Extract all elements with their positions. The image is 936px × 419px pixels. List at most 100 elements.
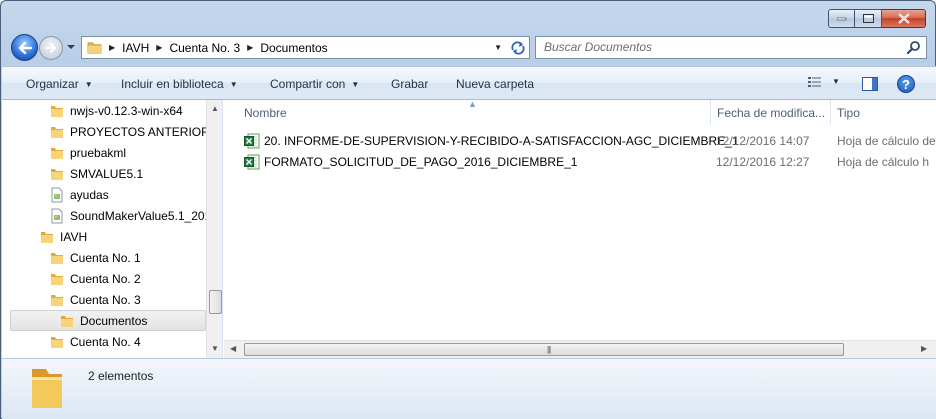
folder-icon bbox=[51, 294, 63, 306]
explorer-window: ▶ IAVH ▶ Cuenta No. 3 ▶ Documentos ▼ Org… bbox=[0, 0, 936, 419]
column-header-label: Nombre bbox=[244, 105, 287, 120]
nav-item-cuenta-1[interactable]: Cuenta No. 1 bbox=[49, 247, 141, 268]
image-file-icon bbox=[51, 208, 63, 223]
folder-icon bbox=[87, 42, 102, 54]
organize-label: Organizar bbox=[26, 77, 79, 91]
minimize-icon bbox=[836, 17, 846, 20]
refresh-icon bbox=[511, 40, 524, 55]
excel-file-icon bbox=[244, 154, 260, 170]
folder-icon bbox=[61, 315, 73, 327]
breadcrumb-documentos[interactable]: Documentos bbox=[260, 41, 327, 55]
change-view-icon[interactable] bbox=[808, 76, 822, 90]
search-input[interactable] bbox=[544, 37, 904, 57]
chevron-down-icon: ▼ bbox=[229, 80, 238, 89]
file-list[interactable]: ▲ Nombre Fecha de modifica... Tipo 20. I… bbox=[224, 100, 936, 358]
folder-icon bbox=[51, 252, 63, 264]
file-type: Hoja de cálculo de bbox=[837, 134, 936, 148]
nav-item-cuenta-4[interactable]: Cuenta No. 4 bbox=[49, 331, 141, 352]
breadcrumb-cuenta-3[interactable]: Cuenta No. 3 bbox=[169, 41, 240, 55]
breadcrumb-arrow-icon[interactable]: ▶ bbox=[156, 43, 162, 52]
image-file-icon bbox=[51, 187, 63, 202]
window-controls bbox=[828, 9, 926, 28]
title-bar bbox=[1, 1, 935, 31]
folder-icon bbox=[51, 168, 63, 180]
grip-icon: ||| bbox=[547, 345, 551, 354]
nav-item-cuenta-2[interactable]: Cuenta No. 2 bbox=[49, 268, 141, 289]
include-library-menu[interactable]: Incluir en biblioteca ▼ bbox=[121, 77, 238, 91]
chevron-down-icon: ▼ bbox=[351, 80, 360, 89]
address-bar[interactable]: ▶ IAVH ▶ Cuenta No. 3 ▶ Documentos ▼ bbox=[81, 36, 507, 59]
nav-item-label: PROYECTOS ANTERIORES bbox=[70, 124, 223, 139]
help-icon[interactable]: ? bbox=[897, 75, 915, 93]
nav-vertical-scrollbar[interactable]: ▲ ▼ bbox=[206, 100, 222, 358]
preview-pane-icon[interactable] bbox=[862, 76, 878, 92]
folder-icon bbox=[51, 147, 63, 159]
folder-icon bbox=[51, 273, 63, 285]
forward-arrow-icon bbox=[45, 43, 56, 53]
file-date: 12/12/2016 14:07 bbox=[716, 134, 810, 148]
chevron-down-icon: ▼ bbox=[84, 80, 93, 89]
column-header-label: Tipo bbox=[837, 105, 860, 120]
minimize-button[interactable] bbox=[828, 9, 855, 28]
file-row[interactable]: FORMATO_SOLICITUD_DE_PAGO_2016_DICIEMBRE… bbox=[242, 152, 936, 172]
nav-item-pruebakml[interactable]: pruebakml bbox=[49, 142, 126, 163]
command-bar: Organizar ▼ Incluir en biblioteca ▼ Compar… bbox=[2, 66, 936, 100]
maximize-icon bbox=[862, 14, 874, 23]
column-header-name[interactable]: Nombre bbox=[238, 100, 711, 125]
nav-item-nwjs[interactable]: nwjs-v0.12.3-win-x64 bbox=[49, 100, 183, 121]
search-box[interactable] bbox=[535, 36, 927, 59]
column-header-date[interactable]: Fecha de modifica... bbox=[711, 100, 831, 125]
nav-item-label: Cuenta No. 4 bbox=[70, 334, 141, 349]
main-area: nwjs-v0.12.3-win-x64 PROYECTOS ANTERIORE… bbox=[2, 100, 936, 358]
nav-item-cuenta-3[interactable]: Cuenta No. 3 bbox=[49, 289, 141, 310]
new-folder-label: Nueva carpeta bbox=[456, 77, 535, 91]
file-name: 20. INFORME-DE-SUPERVISION-Y-RECIBIDO-A-… bbox=[264, 134, 739, 148]
folder-icon bbox=[32, 369, 62, 408]
nav-item-proyectos[interactable]: PROYECTOS ANTERIORES bbox=[49, 121, 223, 142]
nav-item-documentos[interactable]: Documentos bbox=[10, 310, 206, 331]
include-library-label: Incluir en biblioteca bbox=[121, 77, 224, 91]
nav-item-label: SMVALUE5.1 bbox=[70, 166, 144, 181]
nav-item-iavh[interactable]: IAVH bbox=[39, 226, 87, 247]
breadcrumb-arrow-icon[interactable]: ▶ bbox=[247, 43, 253, 52]
burn-button[interactable]: Grabar bbox=[391, 77, 428, 91]
item-count: 2 elementos bbox=[88, 369, 154, 383]
new-folder-button[interactable]: Nueva carpeta bbox=[456, 77, 534, 91]
scroll-thumb[interactable]: ||| bbox=[244, 343, 844, 356]
share-menu[interactable]: Compartir con ▼ bbox=[270, 77, 359, 91]
scroll-right-icon[interactable]: ▶ bbox=[921, 344, 927, 353]
file-row[interactable]: 20. INFORME-DE-SUPERVISION-Y-RECIBIDO-A-… bbox=[242, 131, 936, 151]
nav-item-label: Documentos bbox=[80, 313, 148, 328]
breadcrumb-iavh[interactable]: IAVH bbox=[122, 41, 149, 55]
file-horizontal-scrollbar[interactable]: ◀ ||| ▶ bbox=[224, 340, 936, 358]
breadcrumb-arrow-icon[interactable]: ▶ bbox=[109, 43, 115, 52]
nav-item-soundmaker[interactable]: SoundMakerValue5.1_2013 bbox=[49, 205, 218, 226]
navigation-pane[interactable]: nwjs-v0.12.3-win-x64 PROYECTOS ANTERIORE… bbox=[2, 100, 223, 358]
file-type: Hoja de cálculo h bbox=[837, 155, 930, 169]
maximize-button[interactable] bbox=[855, 9, 882, 28]
search-icon[interactable] bbox=[906, 40, 921, 55]
column-header-type[interactable]: Tipo bbox=[831, 100, 936, 125]
scroll-left-icon[interactable]: ◀ bbox=[230, 344, 236, 353]
refresh-button[interactable] bbox=[506, 36, 530, 59]
nav-item-label: Cuenta No. 1 bbox=[70, 250, 141, 265]
close-button[interactable] bbox=[882, 9, 926, 28]
nav-item-label: pruebakml bbox=[70, 145, 127, 160]
navigation-bar: ▶ IAVH ▶ Cuenta No. 3 ▶ Documentos ▼ bbox=[9, 32, 929, 62]
nav-item-smvalue[interactable]: SMVALUE5.1 bbox=[49, 163, 143, 184]
view-options-chevron-icon[interactable]: ▼ bbox=[832, 77, 840, 86]
close-icon bbox=[897, 13, 910, 24]
scroll-up-icon[interactable]: ▲ bbox=[211, 104, 219, 113]
forward-button[interactable] bbox=[39, 36, 63, 60]
recent-pages-dropdown[interactable] bbox=[66, 42, 76, 52]
nav-item-label: SoundMakerValue5.1_2013 bbox=[70, 208, 218, 223]
back-button[interactable] bbox=[11, 34, 38, 61]
nav-item-label: nwjs-v0.12.3-win-x64 bbox=[70, 103, 183, 118]
nav-item-label: IAVH bbox=[60, 229, 88, 244]
scroll-thumb[interactable] bbox=[209, 290, 222, 314]
scroll-down-icon[interactable]: ▼ bbox=[211, 344, 219, 353]
address-dropdown-icon[interactable]: ▼ bbox=[494, 43, 502, 52]
nav-item-ayudas[interactable]: ayudas bbox=[49, 184, 109, 205]
organize-menu[interactable]: Organizar ▼ bbox=[26, 77, 93, 91]
nav-item-label: ayudas bbox=[70, 187, 109, 202]
